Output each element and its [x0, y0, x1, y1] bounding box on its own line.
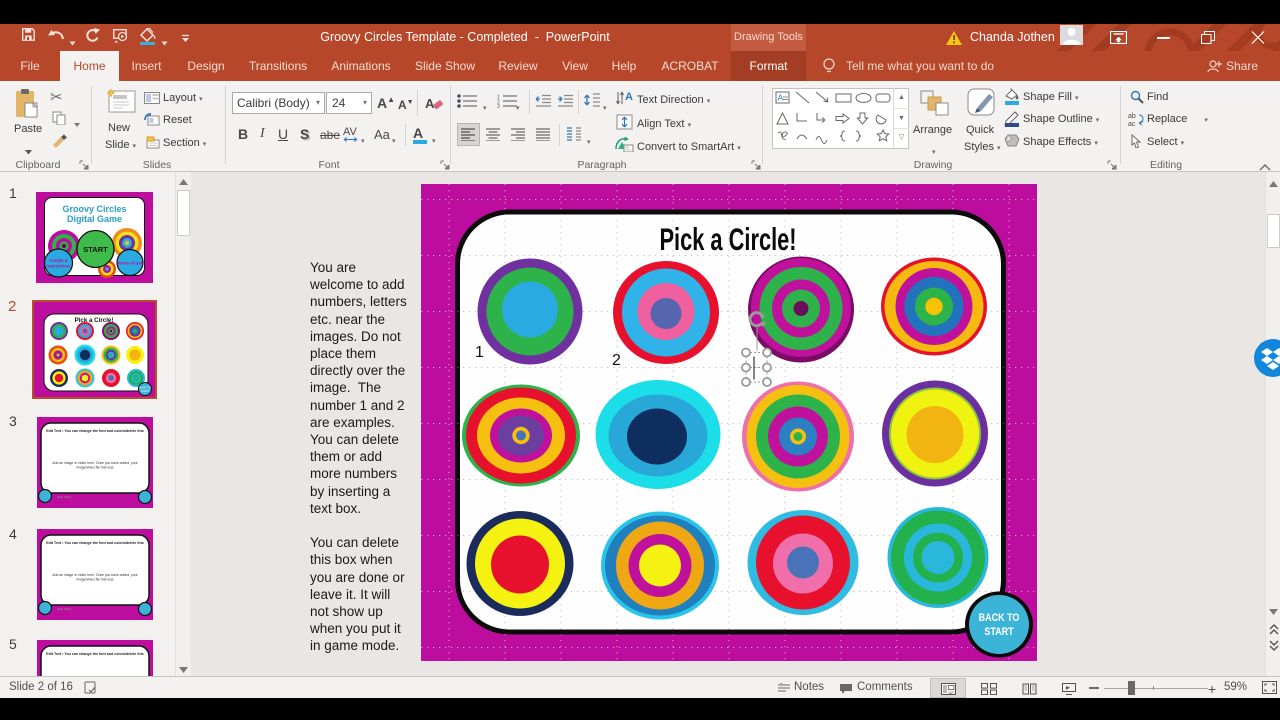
svg-text:image/video file that was: image/video file that was	[76, 578, 113, 582]
svg-text:ab: ab	[1128, 113, 1136, 120]
svg-text:Credits &: Credits &	[49, 258, 68, 263]
svg-text:Edit Text • You can change the: Edit Text • You can change the font and …	[46, 541, 144, 545]
svg-text:START: START	[984, 626, 1014, 638]
svg-text:Add an image or video here. On: Add an image or video here. Once you hav…	[52, 573, 138, 577]
svg-text:[Edit Slide]: [Edit Slide]	[57, 495, 72, 499]
svg-text:image/video file that was: image/video file that was	[76, 466, 113, 470]
svg-text:BACK TO: BACK TO	[979, 612, 1020, 624]
svg-text:START: START	[141, 389, 150, 393]
svg-text:Edit Text • You can change the: Edit Text • You can change the font and …	[46, 652, 144, 656]
svg-text:START: START	[83, 245, 108, 254]
svg-text:A: A	[425, 96, 435, 111]
svg-text:Pick a Circle!: Pick a Circle!	[659, 221, 796, 257]
svg-text:[Edit Slide]: [Edit Slide]	[57, 607, 72, 611]
svg-text:3: 3	[497, 104, 500, 108]
svg-text:Terms of Use: Terms of Use	[117, 261, 144, 266]
svg-text:A: A	[625, 91, 633, 103]
svg-text:Instructions: Instructions	[47, 264, 72, 269]
svg-text:ac: ac	[1128, 121, 1136, 126]
svg-text:2: 2	[612, 352, 621, 369]
svg-text:1: 1	[475, 344, 484, 361]
svg-text:AV: AV	[343, 126, 358, 138]
svg-text:A: A	[778, 93, 784, 103]
svg-text:Add an image or video here. On: Add an image or video here. Once you hav…	[52, 461, 138, 465]
svg-text:Edit Text • You can change the: Edit Text • You can change the font and …	[46, 429, 144, 433]
